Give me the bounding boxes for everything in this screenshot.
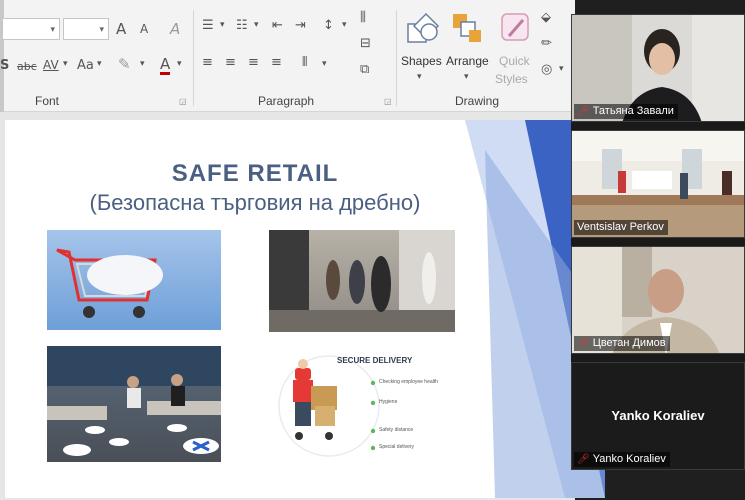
bullets-icon[interactable]: ☰ — [202, 18, 214, 33]
ribbon: ▾ ▾ A A A S abc AV ▾ Aa ▾ ✎ ▾ A ▾ Font ◲… — [0, 0, 575, 112]
cafeteria-distancing-image — [47, 346, 221, 462]
quick-styles-icon[interactable] — [499, 10, 533, 48]
slide-subtitle: (Безопасна търговия на дребно) — [89, 190, 421, 215]
delivery-heading: SECURE DELIVERY — [337, 356, 413, 365]
align-right-icon[interactable]: ≡ — [248, 55, 259, 70]
text-direction-icon[interactable]: ⫼ — [360, 10, 366, 25]
participant-name-tag: 🎤︎ Татьяна Завали — [574, 104, 678, 119]
quick-styles-button[interactable]: Quick — [499, 54, 530, 68]
shape-effects-icon[interactable]: ◎ — [541, 62, 552, 77]
line-spacing-icon[interactable]: ↕ — [323, 18, 334, 33]
participant-name: Ventsislav Perkov — [577, 221, 664, 233]
arrange-button[interactable]: Arrange — [446, 54, 489, 68]
paragraph-group-label: Paragraph — [258, 94, 315, 108]
shape-fill-icon[interactable]: ⬙ — [541, 10, 551, 25]
divider — [193, 10, 194, 106]
muted-mic-icon: 🎤︎ — [577, 454, 590, 465]
char-spacing-button[interactable]: AV — [43, 58, 59, 72]
delivery-item: Hygiene — [379, 399, 398, 405]
delivery-item: Checking employee health — [379, 379, 438, 385]
shadow-button[interactable]: S — [0, 58, 9, 73]
decrease-indent-icon[interactable]: ⇤ — [272, 18, 283, 33]
align-center-icon[interactable]: ≡ — [225, 55, 236, 70]
chevron-down-icon[interactable]: ▾ — [177, 59, 182, 69]
participant-tile[interactable]: Ventsislav Perkov — [571, 130, 745, 238]
chevron-down-icon[interactable]: ▾ — [464, 72, 469, 82]
chevron-down-icon[interactable]: ▾ — [220, 20, 225, 30]
screen: ▾ ▾ A A A S abc AV ▾ Aa ▾ ✎ ▾ A ▾ Font ◲… — [0, 0, 745, 500]
numbering-icon[interactable]: ☷ — [236, 18, 248, 33]
participant-tile[interactable]: 🎤︎ Цветан Димов — [571, 246, 745, 354]
strikethrough-button[interactable]: abc — [17, 60, 37, 73]
shapes-icon[interactable] — [404, 10, 440, 48]
arrange-icon[interactable] — [451, 10, 485, 48]
participant-name-tag: Ventsislav Perkov — [574, 220, 668, 235]
secure-delivery-infographic: SECURE DELIVERY Checking employee health… — [269, 346, 455, 464]
font-color-button[interactable]: A — [160, 57, 171, 75]
change-case-button[interactable]: Aa — [77, 58, 94, 73]
font-dialog-launcher-icon[interactable]: ◲ — [179, 97, 187, 106]
drawing-group-label: Drawing — [455, 94, 500, 108]
chevron-down-icon[interactable]: ▾ — [559, 64, 564, 74]
participant-name-tag: 🎤︎ Yanko Koraliev — [574, 452, 670, 467]
participant-name: Yanko Koraliev — [592, 453, 666, 465]
shrink-font-button[interactable]: A — [140, 22, 148, 36]
street-shoppers-image — [269, 230, 455, 332]
font-group-label: Font — [35, 94, 60, 108]
delivery-item: Safety distance — [379, 427, 414, 433]
muted-mic-icon: 🎤︎ — [577, 338, 590, 349]
shopping-cart-mask-image — [47, 230, 221, 330]
columns-icon[interactable]: ⫴ — [302, 55, 307, 70]
shape-outline-icon[interactable]: ✏ — [541, 36, 552, 51]
participant-display-name: Yanko Koraliev — [611, 408, 705, 423]
slide-title: SAFE RETAIL — [171, 160, 339, 187]
clear-format-button[interactable]: A — [170, 20, 180, 38]
participant-name-tag: 🎤︎ Цветан Димов — [574, 336, 670, 351]
chevron-down-icon[interactable]: ▾ — [417, 72, 422, 82]
chevron-down-icon[interactable]: ▾ — [254, 20, 259, 30]
ribbon-edge — [0, 0, 4, 112]
chevron-down-icon[interactable]: ▾ — [342, 20, 347, 30]
justify-icon[interactable]: ≡ — [271, 55, 282, 70]
paragraph-dialog-launcher-icon[interactable]: ◲ — [384, 97, 392, 106]
quick-styles-button-line2[interactable]: Styles — [495, 72, 528, 86]
align-left-icon[interactable]: ≡ — [202, 55, 213, 70]
participant-tile[interactable]: Yanko Koraliev 🎤︎ Yanko Koraliev — [571, 362, 745, 470]
muted-mic-icon: 🎤︎ — [577, 106, 590, 117]
increase-indent-icon[interactable]: ⇥ — [295, 18, 306, 33]
shapes-button[interactable]: Shapes — [401, 54, 442, 68]
highlight-icon[interactable]: ✎ — [118, 55, 131, 73]
chevron-down-icon[interactable]: ▾ — [322, 59, 327, 69]
chevron-down-icon[interactable]: ▾ — [63, 59, 68, 69]
participant-tile[interactable]: 🎤︎ Татьяна Завали — [571, 14, 745, 122]
grow-font-button[interactable]: A — [116, 20, 126, 38]
participant-name: Татьяна Завали — [592, 105, 674, 117]
chevron-down-icon[interactable]: ▾ — [140, 59, 145, 69]
chevron-down-icon[interactable]: ▾ — [97, 59, 102, 69]
divider — [396, 10, 397, 106]
chevron-down-icon: ▾ — [99, 24, 104, 34]
smartart-icon[interactable]: ⧉ — [360, 62, 369, 77]
font-size-combo[interactable]: ▾ — [63, 18, 109, 40]
delivery-item: Special delivery — [379, 444, 415, 450]
font-name-combo[interactable]: ▾ — [2, 18, 60, 40]
chevron-down-icon: ▾ — [50, 24, 55, 34]
participant-name: Цветан Димов — [592, 337, 666, 349]
participant-video-panel: 🎤︎ Татьяна Завали Ventsislav Perkov 🎤︎ Ц… — [571, 14, 745, 470]
slide[interactable]: SAFE RETAIL (Безопасна търговия на дребн… — [5, 120, 605, 498]
align-text-icon[interactable]: ⊟ — [360, 36, 371, 51]
